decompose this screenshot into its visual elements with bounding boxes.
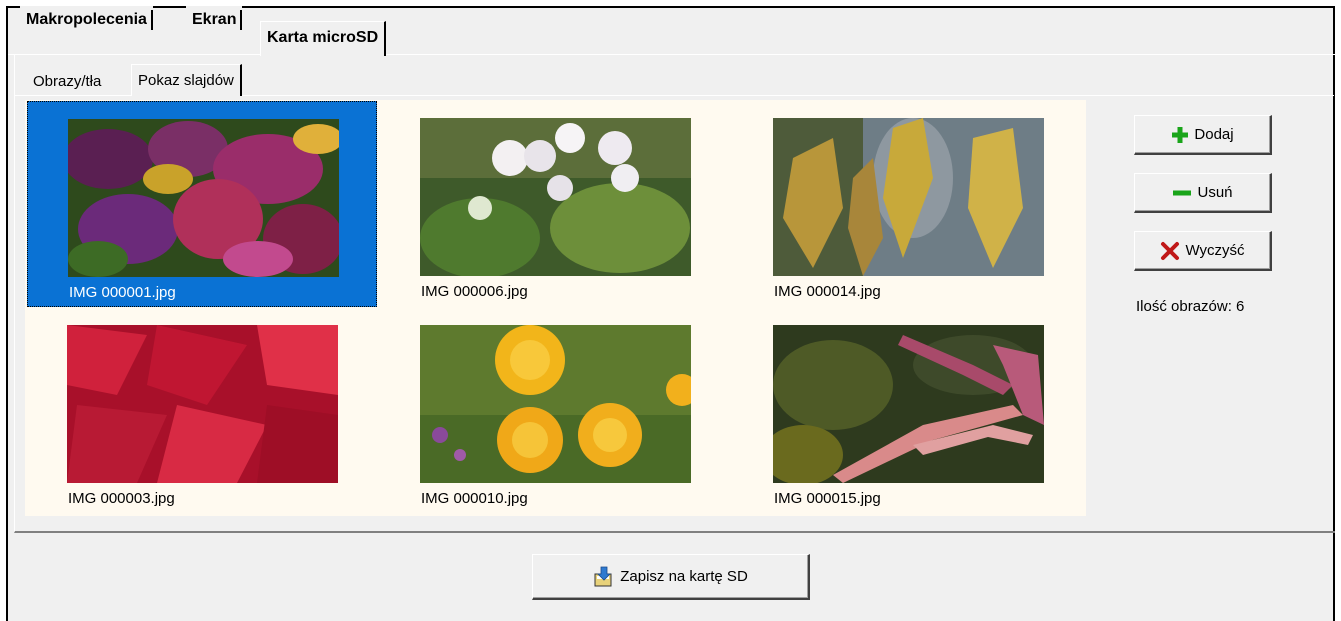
save-to-sd-button[interactable]: Zapisz na kartę SD	[532, 554, 810, 600]
slideshow-gallery[interactable]: IMG 000001.jpg IMG 000006.jpg IMG 000014…	[25, 100, 1086, 516]
gallery-item[interactable]: IMG 000010.jpg	[380, 308, 730, 514]
remove-button-label: Usuń	[1197, 184, 1233, 201]
save-to-sd-button-label: Zapisz na kartę SD	[620, 568, 748, 585]
gallery-item[interactable]: IMG 000003.jpg	[27, 308, 377, 514]
tab-obrazy-tla[interactable]: Obrazy/tła	[27, 70, 107, 94]
clear-button[interactable]: Wyczyść	[1134, 231, 1272, 271]
add-button[interactable]: Dodaj	[1134, 115, 1272, 155]
gallery-item[interactable]: IMG 000015.jpg	[733, 308, 1083, 514]
gallery-item[interactable]: IMG 000014.jpg	[733, 101, 1083, 307]
thumbnail-filename: IMG 000003.jpg	[68, 490, 175, 507]
clear-button-label: Wyczyść	[1185, 242, 1245, 259]
image-count: Ilość obrazów: 6	[1136, 298, 1245, 315]
thumbnail-filename: IMG 000006.jpg	[421, 283, 528, 300]
save-to-card-icon	[594, 566, 612, 586]
close-x-icon	[1161, 241, 1180, 260]
thumbnail-image	[67, 325, 338, 483]
thumbnail-image	[773, 325, 1044, 483]
thumbnail-image	[420, 118, 691, 276]
tab-ekran[interactable]: Ekran	[186, 6, 243, 34]
add-button-label: Dodaj	[1194, 126, 1234, 143]
thumbnail-image	[68, 119, 339, 277]
remove-button[interactable]: Usuń	[1134, 173, 1272, 213]
thumbnail-filename: IMG 000015.jpg	[774, 490, 881, 507]
minus-icon	[1173, 190, 1192, 195]
thumbnail-filename: IMG 000001.jpg	[69, 284, 176, 301]
thumbnail-filename: IMG 000014.jpg	[774, 283, 881, 300]
thumbnail-filename: IMG 000010.jpg	[421, 490, 528, 507]
thumbnail-image	[420, 325, 691, 483]
gallery-item[interactable]: IMG 000001.jpg	[27, 101, 377, 307]
thumbnail-image	[773, 118, 1044, 276]
tab-karta-microsd[interactable]: Karta microSD	[260, 21, 387, 56]
gallery-item[interactable]: IMG 000006.jpg	[380, 101, 730, 307]
tab-makropolecenia[interactable]: Makropolecenia	[20, 6, 153, 34]
plus-icon	[1172, 126, 1189, 143]
tab-pokaz-slajdow[interactable]: Pokaz slajdów	[131, 64, 242, 96]
